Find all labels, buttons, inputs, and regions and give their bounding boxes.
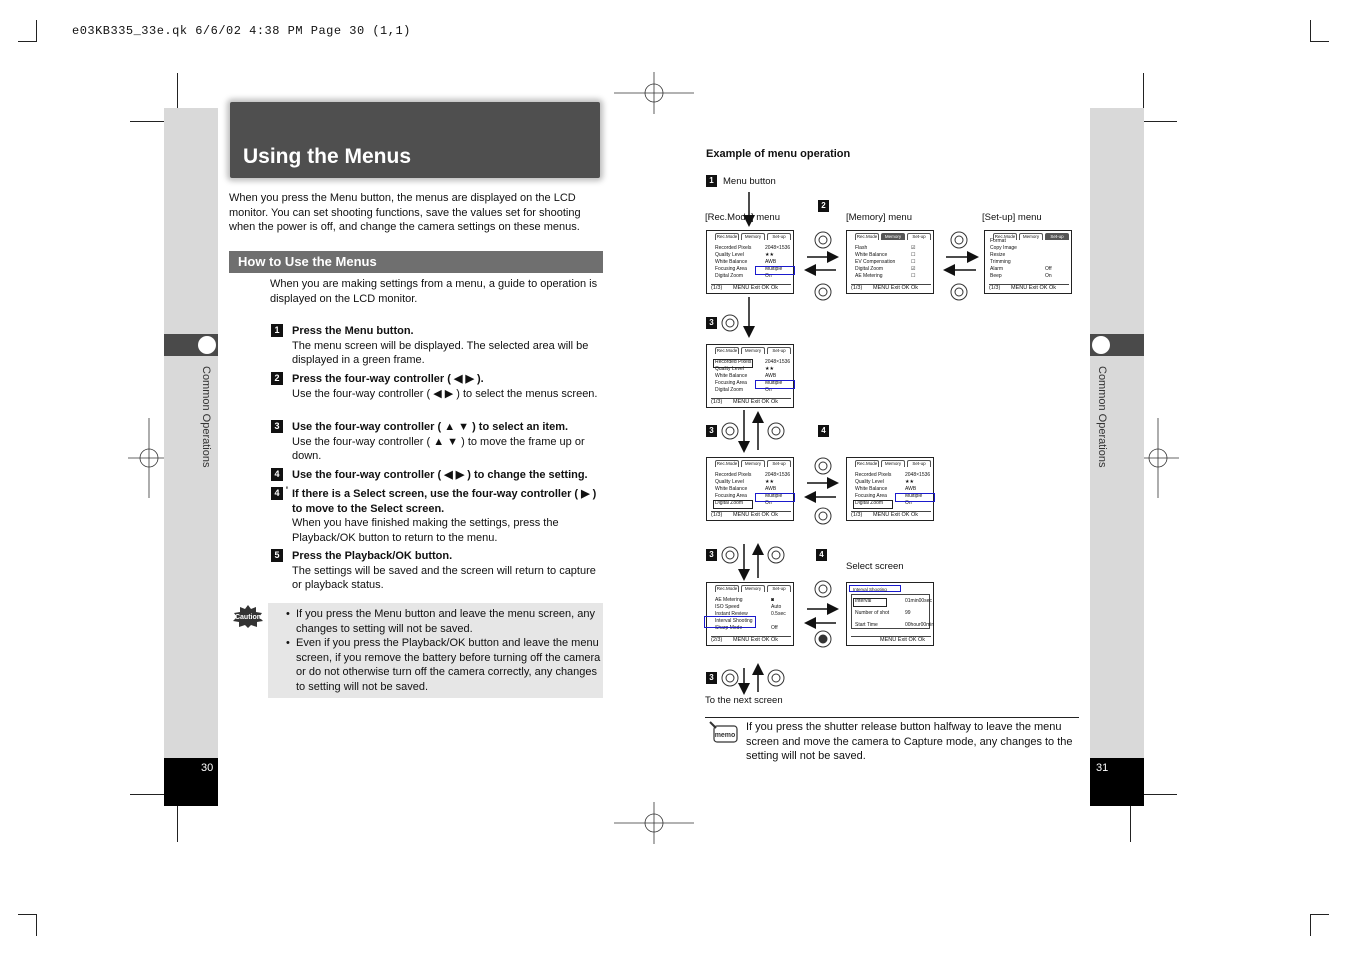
lcd-memory: Rec.Mode Memory Set-up Flash ☑ White Bala… xyxy=(846,230,934,294)
diagram-step-3: 3 xyxy=(706,317,717,329)
step-body: The menu screen will be displayed. The s… xyxy=(292,339,589,367)
step-2: 2 Press the four-way controller ( ◀ ▶ ).… xyxy=(271,372,601,401)
sidebar-tab xyxy=(164,334,218,356)
select-screen-label: Select screen xyxy=(846,561,904,572)
sidebar-tab xyxy=(1090,334,1144,356)
page-number: 30 xyxy=(201,762,214,774)
lcd-setup: Rec.Mode Memory Set-up Format Copy Image… xyxy=(984,230,1072,294)
step-number: 2 xyxy=(271,372,283,385)
lcd-rec-mode-2: Rec.Mode Memory Set-up Recorded Pixels 20… xyxy=(706,344,795,408)
lcd-rec-mode-page2: Rec.Mode Memory Set-up AE Metering ◙ ISO … xyxy=(704,582,794,646)
section-heading-bar: How to Use the Menus xyxy=(229,251,603,273)
step-heading: Press the Playback/OK button. xyxy=(292,550,453,562)
right-sidebar: Common Operations 31 xyxy=(1090,108,1144,806)
caution-item: Even if you press the Playback/OK button… xyxy=(286,636,603,694)
step-heading: Use the four-way controller ( ◀ ▶ ) to c… xyxy=(292,469,588,481)
memo-label: memo xyxy=(715,732,736,739)
section-heading: How to Use the Menus xyxy=(238,254,377,269)
sidebar-label: Common Operations xyxy=(1096,366,1108,468)
step-4-prime: 4 If there is a Select screen, use the f… xyxy=(271,484,601,545)
example-heading: Example of menu operation xyxy=(706,148,851,160)
lcd-interval-shooting: Interval Shooting Interval 01min00sec Num… xyxy=(846,582,934,646)
step-body: The settings will be saved and the scree… xyxy=(292,564,596,592)
step-1: 1 Press the Menu button. The menu screen… xyxy=(271,324,601,368)
section-intro: When you are making settings from a menu… xyxy=(270,278,598,305)
step-heading: Press the Menu button. xyxy=(292,325,414,337)
step-number: 5 xyxy=(271,549,283,562)
memo-icon: memo xyxy=(709,721,738,743)
page-number: 31 xyxy=(1096,762,1109,774)
memo-divider xyxy=(705,717,1079,718)
step-body: When you have finished making the settin… xyxy=(292,517,559,544)
lcd-rec-mode-1: Rec.Mode Memory Set-up Recorded Pixels 20… xyxy=(706,230,795,294)
diagram-step-3c: 3 xyxy=(706,549,717,561)
step-heading: If there is a Select screen, use the fou… xyxy=(292,488,597,515)
memo-text: If you press the shutter release button … xyxy=(746,721,1073,762)
step-3: 3 Use the four-way controller ( ▲ ▼ ) to… xyxy=(271,420,601,464)
diagram-step-3b: 3 xyxy=(706,425,717,437)
page-number-box: 31 xyxy=(1090,758,1144,806)
diagram-step-4: 4 xyxy=(818,425,829,437)
diagram-step-4b: 4 xyxy=(816,549,827,561)
registration-mark-bottom xyxy=(614,802,694,844)
step-number: 3 xyxy=(271,420,283,433)
caution-label: Caution xyxy=(235,614,261,621)
step-number: 4 xyxy=(271,468,283,481)
lcd-rec-mode-4: Rec.Mode Memory Set-up Recorded Pixels 20… xyxy=(846,457,935,521)
step-number: 4 xyxy=(271,484,288,500)
step-body: Use the four-way controller ( ▲ ▼ ) to m… xyxy=(292,435,585,463)
page-number-box: 30 xyxy=(164,758,218,806)
next-screen-label: To the next screen xyxy=(705,695,783,706)
step-number: 1 xyxy=(271,324,283,337)
print-header: e03KB335_33e.qk 6/6/02 4:38 PM Page 30 (… xyxy=(72,24,411,38)
page-title: Using the Menus xyxy=(243,145,412,168)
step-heading: Press the four-way controller ( ◀ ▶ ). xyxy=(292,373,484,385)
diagram-step-3d: 3 xyxy=(706,672,717,684)
registration-mark-top xyxy=(614,72,694,114)
caution-icon: Caution xyxy=(233,605,263,628)
left-sidebar: Common Operations 30 xyxy=(164,108,218,806)
step-heading: Use the four-way controller ( ▲ ▼ ) to s… xyxy=(292,421,569,433)
intro-paragraph: When you press the Menu button, the menu… xyxy=(229,192,581,233)
lcd-rec-mode-3: Rec.Mode Memory Set-up Recorded Pixels 20… xyxy=(706,457,795,521)
step-body: Use the four-way controller ( ◀ ▶ ) to s… xyxy=(292,387,598,400)
caution-box: If you press the Menu button and leave t… xyxy=(268,603,603,698)
step-5: 5 Press the Playback/OK button. The sett… xyxy=(271,549,601,593)
step-4: 4 Use the four-way controller ( ◀ ▶ ) to… xyxy=(271,468,601,483)
sidebar-label: Common Operations xyxy=(200,366,212,468)
caution-item: If you press the Menu button and leave t… xyxy=(286,607,603,636)
